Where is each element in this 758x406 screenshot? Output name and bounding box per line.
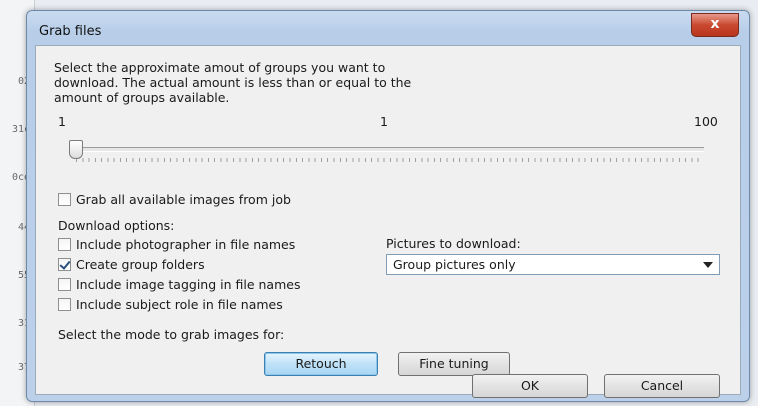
close-button[interactable]: x [691, 13, 739, 37]
pictures-selected-value: Group pictures only [393, 257, 516, 272]
option-group-folders-row[interactable]: Create group folders [58, 255, 205, 273]
option-image-tagging-row[interactable]: Include image tagging in file names [58, 275, 300, 293]
include-subject-role-label: Include subject role in file names [76, 296, 283, 312]
slider-ticks [76, 158, 704, 162]
retouch-button[interactable]: Retouch [264, 352, 378, 376]
dialog-titlebar[interactable]: Grab files x [27, 11, 749, 49]
dialog-body: Select the approximate amout of groups y… [35, 45, 741, 398]
include-photographer-label: Include photographer in file names [76, 236, 296, 252]
fine-tuning-button[interactable]: Fine tuning [398, 352, 510, 376]
create-group-folders-checkbox[interactable] [58, 257, 71, 271]
pictures-to-download-label: Pictures to download: [386, 236, 521, 251]
include-photographer-checkbox[interactable] [58, 237, 71, 251]
cancel-button[interactable]: Cancel [604, 374, 720, 398]
slider-max-label: 100 [694, 114, 718, 129]
slider-min-label: 1 [58, 114, 66, 129]
slider-current-value: 1 [380, 114, 388, 129]
include-subject-role-checkbox[interactable] [58, 297, 71, 311]
slider-thumb[interactable] [69, 140, 83, 159]
close-icon: x [710, 16, 720, 32]
ok-button[interactable]: OK [472, 374, 588, 398]
grab-files-dialog: Grab files x Select the approximate amou… [26, 10, 750, 402]
create-group-folders-label: Create group folders [76, 256, 205, 272]
grab-all-checkbox[interactable] [58, 192, 71, 206]
grab-all-label: Grab all available images from job [76, 191, 291, 207]
dialog-title: Grab files [39, 24, 102, 39]
option-photographer-row[interactable]: Include photographer in file names [58, 235, 295, 253]
mode-label: Select the mode to grab images for: [58, 327, 285, 342]
include-image-tagging-checkbox[interactable] [58, 277, 71, 291]
download-options-label: Download options: [58, 218, 175, 233]
group-count-slider-track[interactable] [76, 147, 704, 152]
description-text: Select the approximate amout of groups y… [54, 60, 412, 105]
option-subject-role-row[interactable]: Include subject role in file names [58, 295, 283, 313]
pictures-to-download-select[interactable]: Group pictures only [386, 254, 720, 275]
chevron-down-icon[interactable] [703, 262, 713, 268]
include-image-tagging-label: Include image tagging in file names [76, 276, 301, 292]
grab-all-checkbox-row[interactable]: Grab all available images from job [58, 190, 291, 208]
